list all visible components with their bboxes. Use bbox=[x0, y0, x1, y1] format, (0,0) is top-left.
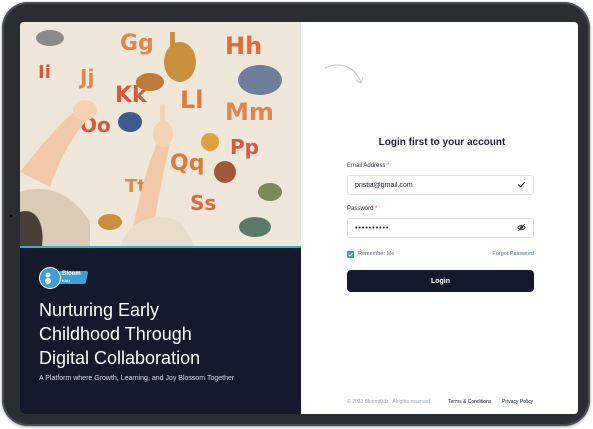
password-field[interactable] bbox=[347, 218, 534, 238]
privacy-link[interactable]: Privacy Policy bbox=[502, 399, 533, 405]
curved-arrow-icon bbox=[324, 64, 364, 84]
login-button[interactable]: Login bbox=[347, 270, 534, 292]
password-label: Password * bbox=[347, 206, 377, 212]
remember-me[interactable]: Remember Me bbox=[347, 251, 407, 259]
required-mark: * bbox=[387, 163, 390, 169]
headline-line: Nurturing Early bbox=[39, 300, 160, 320]
login-title: Login first to your account bbox=[378, 137, 506, 148]
photo-divider bbox=[20, 246, 301, 248]
tablet-frame: Gg Hh Ii Jj Kk Ll Mm Oo Qq Pp Tt Ss Bloo… bbox=[2, 2, 590, 426]
eye-icon[interactable] bbox=[517, 223, 526, 232]
logo-text-bloom: Bloom bbox=[62, 271, 81, 277]
required-mark: * bbox=[375, 206, 378, 212]
hero-tagline: A Platform where Growth, Learning, and J… bbox=[39, 375, 235, 382]
svg-text:Ss: Ss bbox=[190, 191, 216, 215]
svg-text:Pp: Pp bbox=[230, 135, 259, 159]
logo-mark-icon bbox=[39, 267, 61, 289]
checkbox-checked-icon[interactable] bbox=[347, 251, 354, 258]
svg-text:Mm: Mm bbox=[225, 98, 274, 126]
brand-logo[interactable]: Bloom Kidz bbox=[39, 267, 89, 289]
login-panel: Login first to your account Email Addres… bbox=[301, 22, 578, 414]
svg-text:Hh: Hh bbox=[225, 32, 262, 60]
logo-text-kidz: Kidz bbox=[62, 278, 71, 283]
remember-label: Remember Me bbox=[358, 251, 395, 257]
headline-line: Childhood Through bbox=[39, 324, 192, 344]
hero-panel: Gg Hh Ii Jj Kk Ll Mm Oo Qq Pp Tt Ss Bloo… bbox=[20, 22, 301, 414]
svg-text:Ii: Ii bbox=[38, 62, 51, 83]
footer: © 2023 BloomKidz . Alrights reserved Ter… bbox=[347, 399, 557, 407]
terms-link[interactable]: Terms & Conditions bbox=[448, 399, 491, 405]
email-label: Email Address * bbox=[347, 163, 389, 169]
password-label-text: Password bbox=[347, 206, 374, 212]
svg-text:Gg: Gg bbox=[120, 31, 154, 56]
check-icon bbox=[517, 181, 526, 188]
email-field[interactable] bbox=[347, 175, 534, 195]
svg-text:Ll: Ll bbox=[180, 86, 204, 114]
svg-text:Jj: Jj bbox=[78, 65, 94, 89]
copyright-text: © 2023 BloomKidz . Alrights reserved bbox=[347, 399, 430, 405]
email-label-text: Email Address bbox=[347, 163, 386, 169]
svg-text:Qq: Qq bbox=[170, 151, 204, 176]
hero-headline: Nurturing Early Childhood Through Digita… bbox=[39, 298, 289, 370]
headline-line: Digital Collaboration bbox=[39, 348, 201, 368]
camera-dot bbox=[9, 214, 13, 218]
forgot-password-link[interactable]: Forgot Password bbox=[492, 251, 534, 257]
hero-photo: Gg Hh Ii Jj Kk Ll Mm Oo Qq Pp Tt Ss bbox=[20, 22, 301, 246]
app-screen: Gg Hh Ii Jj Kk Ll Mm Oo Qq Pp Tt Ss Bloo… bbox=[20, 22, 578, 414]
